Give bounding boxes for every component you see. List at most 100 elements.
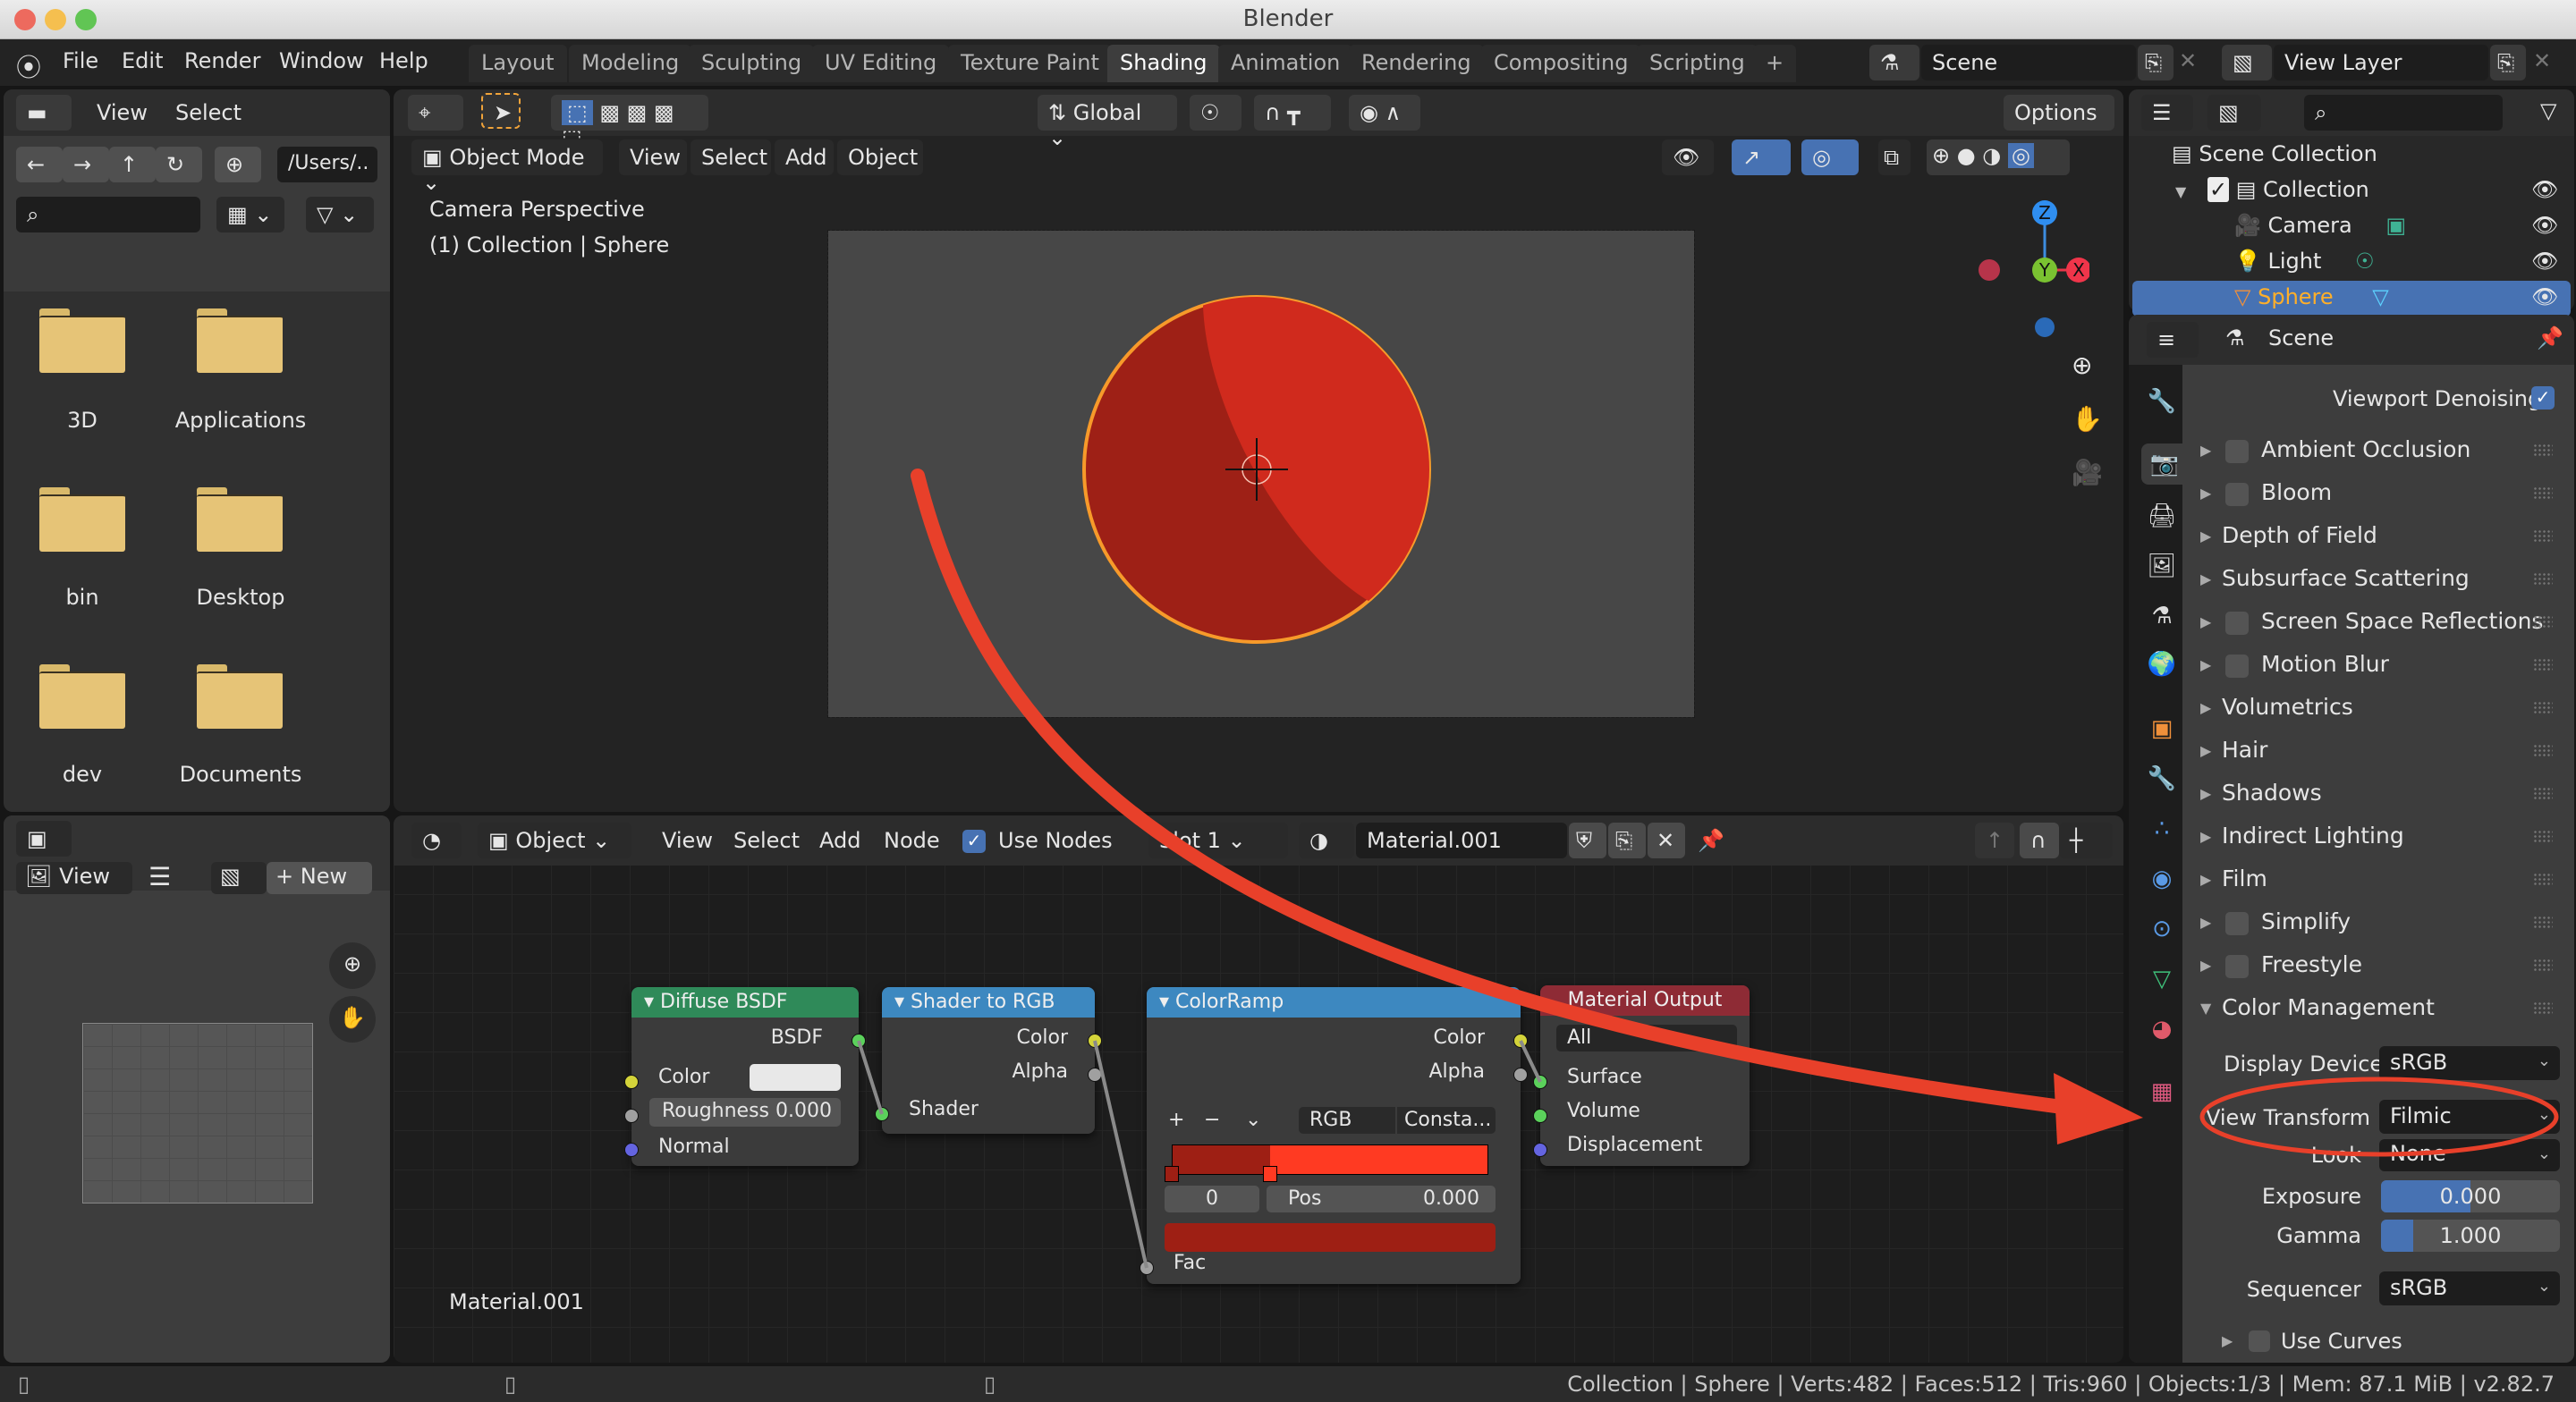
expand-arrow-icon[interactable]: ▶: [2200, 528, 2211, 545]
panel-screen-space-reflections[interactable]: ▶ Screen Space Reflections: [2200, 604, 2558, 644]
back-icon[interactable]: ←: [16, 147, 63, 182]
panel-motion-blur[interactable]: ▶ Motion Blur: [2200, 647, 2558, 687]
expand-arrow-icon[interactable]: ▶: [2200, 828, 2211, 845]
drag-grip-icon[interactable]: [2533, 701, 2553, 715]
expand-arrow-icon[interactable]: ▶: [2200, 613, 2211, 630]
scene-tab-icon[interactable]: ⚗: [2141, 595, 2182, 637]
exclude-checkbox[interactable]: ✓: [2207, 177, 2230, 202]
use-curves-checkbox[interactable]: [2249, 1330, 2270, 1352]
data-tab-icon[interactable]: ▽: [2141, 959, 2182, 1000]
world-tab-icon[interactable]: 🌍: [2141, 644, 2182, 685]
visibility-eye-icon[interactable]: 👁: [2531, 213, 2558, 238]
pin-icon[interactable]: 📌: [2537, 325, 2563, 350]
look-dropdown[interactable]: None ⌄: [2379, 1139, 2560, 1171]
expand-arrow-icon[interactable]: ▶: [2200, 785, 2211, 802]
tab-scripting[interactable]: Scripting: [1637, 45, 1758, 82]
path-field[interactable]: /Users/..: [277, 147, 377, 182]
panel-simplify[interactable]: ▶ Simplify: [2200, 905, 2558, 944]
options-dropdown[interactable]: Options ⌄: [2004, 95, 2114, 150]
view-transform-dropdown[interactable]: Filmic ⌄: [2379, 1100, 2560, 1134]
drag-grip-icon[interactable]: [2533, 1001, 2553, 1016]
select-mode-buttons[interactable]: ⬚ ▩ ▩ ▩ ⬚: [551, 95, 708, 150]
drag-grip-icon[interactable]: [2533, 658, 2553, 672]
panel-indirect-lighting[interactable]: ▶ Indirect Lighting: [2200, 819, 2558, 858]
tab-shading[interactable]: Shading: [1107, 45, 1220, 82]
editor-type-3d-icon[interactable]: ⌖: [408, 95, 463, 131]
menu-edit[interactable]: Edit: [122, 48, 163, 73]
expand-arrow-icon[interactable]: ▶: [2200, 871, 2211, 888]
snap-icon[interactable]: ∩ ┳: [1254, 95, 1331, 131]
new-scene-icon[interactable]: ⎘: [2138, 45, 2174, 80]
shading-mode-buttons[interactable]: ⊕ ● ◑ ◎: [1927, 139, 2070, 175]
sphere-object[interactable]: [1082, 295, 1431, 644]
view-layer-selector[interactable]: View Layer: [2274, 45, 2488, 80]
outliner-search-input[interactable]: ⌕: [2304, 95, 2503, 131]
expand-arrow-icon[interactable]: ▶: [2200, 957, 2211, 974]
visibility-eye-icon[interactable]: 👁: [2531, 177, 2558, 202]
viewport-menu-select[interactable]: Select: [691, 139, 771, 175]
tab-layout[interactable]: Layout: [469, 45, 567, 82]
gizmo-toggle-icon[interactable]: ↗: [1732, 139, 1791, 175]
sequencer-dropdown[interactable]: sRGB ⌄: [2379, 1271, 2560, 1305]
viewport-denoising-checkbox[interactable]: ✓: [2531, 386, 2555, 410]
panel-hair[interactable]: ▶ Hair: [2200, 733, 2558, 773]
panel-enable-checkbox[interactable]: [2225, 955, 2249, 978]
forward-icon[interactable]: →: [63, 147, 109, 182]
editor-type-file-icon[interactable]: ▬: [16, 95, 72, 131]
new-image-button[interactable]: + New: [267, 862, 372, 894]
tool-tab-icon[interactable]: 🔧: [2141, 381, 2182, 422]
drag-grip-icon[interactable]: [2533, 873, 2553, 887]
folder-icon[interactable]: [39, 308, 125, 373]
panel-shadows[interactable]: ▶ Shadows: [2200, 776, 2558, 815]
overlay-toggle-icon[interactable]: ◎: [1801, 139, 1859, 175]
drag-grip-icon[interactable]: [2533, 443, 2553, 458]
panel-color-management[interactable]: ▼ Color Management: [2200, 991, 2558, 1030]
gamma-slider[interactable]: 1.000: [2381, 1220, 2560, 1252]
collapse-arrow-icon[interactable]: ▼: [2200, 1000, 2211, 1017]
zoom-icon[interactable]: ⊕: [329, 942, 376, 989]
object-mode-dropdown[interactable]: ▣ Object Mode ⌄: [411, 139, 603, 195]
outliner-item[interactable]: 💡 Light ☉: [2234, 249, 2574, 284]
zoom-view-icon[interactable]: ⊕: [2072, 350, 2092, 380]
tab-texture-paint[interactable]: Texture Paint: [948, 45, 1112, 82]
tab-sculpting[interactable]: Sculpting: [689, 45, 815, 82]
file-menu-select[interactable]: Select: [175, 100, 242, 125]
particles-tab-icon[interactable]: ∴: [2141, 808, 2182, 849]
drag-grip-icon[interactable]: [2533, 787, 2553, 801]
physics-tab-icon[interactable]: ◉: [2141, 858, 2182, 899]
visibility-eye-icon[interactable]: 👁: [2531, 249, 2558, 274]
material-tab-icon[interactable]: ◕: [2141, 1009, 2182, 1050]
folder-label[interactable]: 3D: [39, 408, 125, 433]
folder-icon[interactable]: [197, 487, 283, 552]
editor-type-outliner-icon[interactable]: ☰: [2141, 95, 2193, 131]
expand-arrow-icon[interactable]: ▶: [2222, 1332, 2233, 1349]
folder-icon[interactable]: [197, 308, 283, 373]
delete-view-layer-icon[interactable]: ✕: [2533, 48, 2551, 73]
expand-arrow-icon[interactable]: ▼: [2175, 183, 2186, 200]
panel-subsurface-scattering[interactable]: ▶ Subsurface Scattering: [2200, 562, 2558, 601]
folder-label[interactable]: Desktop: [165, 585, 317, 610]
panel-film[interactable]: ▶ Film: [2200, 862, 2558, 901]
render-tab-icon[interactable]: 📷: [2141, 443, 2188, 485]
tab-modeling[interactable]: Modeling: [569, 45, 692, 82]
panel-ambient-occlusion[interactable]: ▶ Ambient Occlusion: [2200, 433, 2558, 472]
parent-directory-icon[interactable]: ↑: [109, 147, 156, 182]
display-mode-icon[interactable]: ▧: [2207, 95, 2261, 131]
expand-arrow-icon[interactable]: ▶: [2200, 742, 2211, 759]
modifier-tab-icon[interactable]: 🔧: [2141, 758, 2182, 799]
outliner-item[interactable]: 🎥 Camera ▣: [2234, 213, 2574, 249]
constraints-tab-icon[interactable]: ⊙: [2141, 908, 2182, 950]
folder-label[interactable]: Documents: [165, 762, 317, 787]
exposure-slider[interactable]: 0.000: [2381, 1180, 2560, 1212]
xray-icon[interactable]: ⧉: [1878, 139, 1911, 175]
pan-hand-icon[interactable]: ✋: [329, 996, 376, 1043]
new-view-layer-icon[interactable]: ⎘: [2490, 45, 2526, 80]
viewport-3d[interactable]: ⌖ ➤ ⬚ ▩ ▩ ▩ ⬚ ⇅ Global ⌄ ☉ ∩ ┳ ◉ ∧ Optio…: [394, 89, 2123, 812]
viewport-menu-object[interactable]: Object: [837, 139, 923, 175]
node-editor[interactable]: ◔ ▣ Object ⌄ View Select Add Node ✓ Use …: [394, 815, 2123, 1363]
viewport-menu-view[interactable]: View: [619, 139, 687, 175]
outliner-scene-collection[interactable]: ▤ Scene Collection: [2172, 141, 2377, 177]
menu-render[interactable]: Render: [184, 48, 260, 73]
add-workspace-button[interactable]: +: [1753, 45, 1797, 82]
delete-scene-icon[interactable]: ✕: [2179, 48, 2197, 73]
